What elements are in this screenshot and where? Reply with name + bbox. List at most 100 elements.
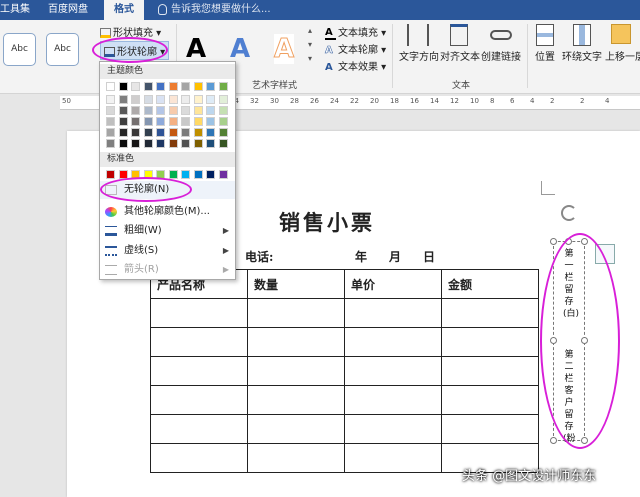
theme-color-swatch[interactable] (206, 95, 215, 104)
table-cell[interactable] (344, 385, 442, 415)
theme-color-swatch[interactable] (143, 117, 153, 126)
standard-color-swatch[interactable] (206, 170, 215, 179)
table-cell[interactable] (150, 298, 248, 328)
theme-color-swatch[interactable] (168, 117, 178, 126)
theme-color-swatch[interactable] (206, 139, 215, 148)
theme-color-swatch[interactable] (218, 139, 228, 148)
tab-toolset[interactable]: 工具集 (0, 0, 34, 20)
theme-color-swatch[interactable] (118, 139, 128, 148)
theme-color-swatch[interactable] (118, 117, 128, 126)
theme-color-swatch[interactable] (181, 82, 190, 91)
rotate-handle-icon[interactable] (561, 205, 577, 221)
table-cell[interactable] (150, 443, 248, 473)
standard-color-swatch[interactable] (218, 170, 228, 179)
text-effect-button[interactable]: A 文本效果 ▾ (325, 58, 386, 74)
table-cell[interactable] (344, 414, 442, 444)
receipt-table[interactable]: 产品名称 数量 单价 金额 (150, 269, 539, 473)
theme-color-swatch[interactable] (106, 128, 115, 137)
header-amount[interactable]: 金额 (441, 269, 539, 299)
theme-color-swatch[interactable] (106, 117, 115, 126)
table-cell[interactable] (247, 414, 345, 444)
theme-color-swatch[interactable] (106, 95, 115, 104)
theme-color-swatch[interactable] (193, 95, 203, 104)
theme-color-swatch[interactable] (181, 128, 190, 137)
theme-color-swatch[interactable] (206, 82, 215, 91)
wrap-text-button[interactable]: 环绕文字 (562, 24, 602, 63)
shape-style-sample-2[interactable]: Abc (46, 33, 79, 66)
text-fill-button[interactable]: A 文本填充 ▾ (325, 24, 386, 40)
table-cell[interactable] (344, 327, 442, 357)
tab-baidu-netdisk[interactable]: 百度网盘 (44, 0, 92, 20)
table-cell[interactable] (247, 327, 345, 357)
theme-color-swatch[interactable] (118, 82, 128, 91)
theme-color-swatch[interactable] (193, 82, 203, 91)
theme-color-swatch[interactable] (218, 106, 228, 115)
theme-color-swatch[interactable] (131, 106, 140, 115)
theme-color-swatch[interactable] (206, 128, 215, 137)
theme-color-swatch[interactable] (131, 139, 140, 148)
table-cell[interactable] (344, 443, 442, 473)
theme-color-swatch[interactable] (193, 139, 203, 148)
table-cell[interactable] (150, 356, 248, 386)
theme-color-swatch[interactable] (156, 82, 165, 91)
table-cell[interactable] (247, 443, 345, 473)
theme-color-swatch[interactable] (193, 117, 203, 126)
arrows-item[interactable]: 箭头(R) ▶ (100, 261, 235, 279)
resize-handle[interactable] (550, 437, 557, 444)
standard-color-swatch[interactable] (193, 170, 203, 179)
wordart-sample-blue[interactable]: A (230, 34, 250, 64)
text-direction-button[interactable]: 文字方向 (399, 24, 439, 63)
theme-color-swatch[interactable] (218, 82, 228, 91)
theme-color-swatch[interactable] (156, 106, 165, 115)
table-cell[interactable] (344, 298, 442, 328)
theme-color-swatch[interactable] (181, 106, 190, 115)
theme-color-swatch[interactable] (106, 106, 115, 115)
theme-color-swatch[interactable] (168, 82, 178, 91)
align-text-button[interactable]: 对齐文本 (440, 24, 480, 63)
table-cell[interactable] (441, 356, 539, 386)
header-unit-price[interactable]: 单价 (344, 269, 442, 299)
theme-color-swatch[interactable] (106, 82, 115, 91)
table-cell[interactable] (441, 414, 539, 444)
table-cell[interactable] (150, 414, 248, 444)
theme-color-swatch[interactable] (156, 95, 165, 104)
theme-color-swatch[interactable] (131, 82, 140, 91)
theme-color-swatch[interactable] (193, 128, 203, 137)
theme-color-swatch[interactable] (131, 117, 140, 126)
theme-color-swatch[interactable] (156, 139, 165, 148)
theme-color-swatch[interactable] (143, 82, 153, 91)
table-cell[interactable] (150, 327, 248, 357)
text-outline-button[interactable]: A 文本轮廓 ▾ (325, 41, 386, 56)
table-cell[interactable] (344, 356, 442, 386)
more-outline-colors-item[interactable]: 其他轮廓颜色(M)... (100, 203, 235, 221)
shape-style-sample-1[interactable]: Abc (3, 33, 36, 66)
theme-color-swatch[interactable] (131, 128, 140, 137)
theme-color-swatch[interactable] (206, 106, 215, 115)
create-link-button[interactable]: 创建链接 (481, 24, 521, 63)
theme-color-swatch[interactable] (168, 139, 178, 148)
position-button[interactable]: 位置 (532, 24, 558, 63)
theme-color-swatch[interactable] (193, 106, 203, 115)
wordart-sample-orange[interactable]: A (273, 34, 294, 65)
theme-color-swatch[interactable] (181, 139, 190, 148)
theme-color-swatch[interactable] (143, 106, 153, 115)
table-cell[interactable] (441, 327, 539, 357)
wordart-scroll[interactable]: ▴ ▾ ▾ (308, 24, 312, 66)
theme-color-swatch[interactable] (156, 117, 165, 126)
theme-color-swatch[interactable] (218, 128, 228, 137)
theme-color-swatch[interactable] (168, 128, 178, 137)
tell-me-box[interactable]: 告诉我您想要做什么... (158, 0, 271, 20)
theme-color-swatch[interactable] (156, 128, 165, 137)
tab-format[interactable]: 格式 (104, 0, 144, 20)
theme-color-swatch[interactable] (206, 117, 215, 126)
theme-color-swatch[interactable] (143, 95, 153, 104)
standard-color-swatch[interactable] (106, 170, 115, 179)
theme-color-swatch[interactable] (218, 117, 228, 126)
table-cell[interactable] (247, 298, 345, 328)
theme-color-swatch[interactable] (118, 95, 128, 104)
theme-color-swatch[interactable] (106, 139, 115, 148)
resize-handle[interactable] (550, 238, 557, 245)
header-quantity[interactable]: 数量 (247, 269, 345, 299)
table-cell[interactable] (247, 356, 345, 386)
theme-color-swatch[interactable] (181, 117, 190, 126)
